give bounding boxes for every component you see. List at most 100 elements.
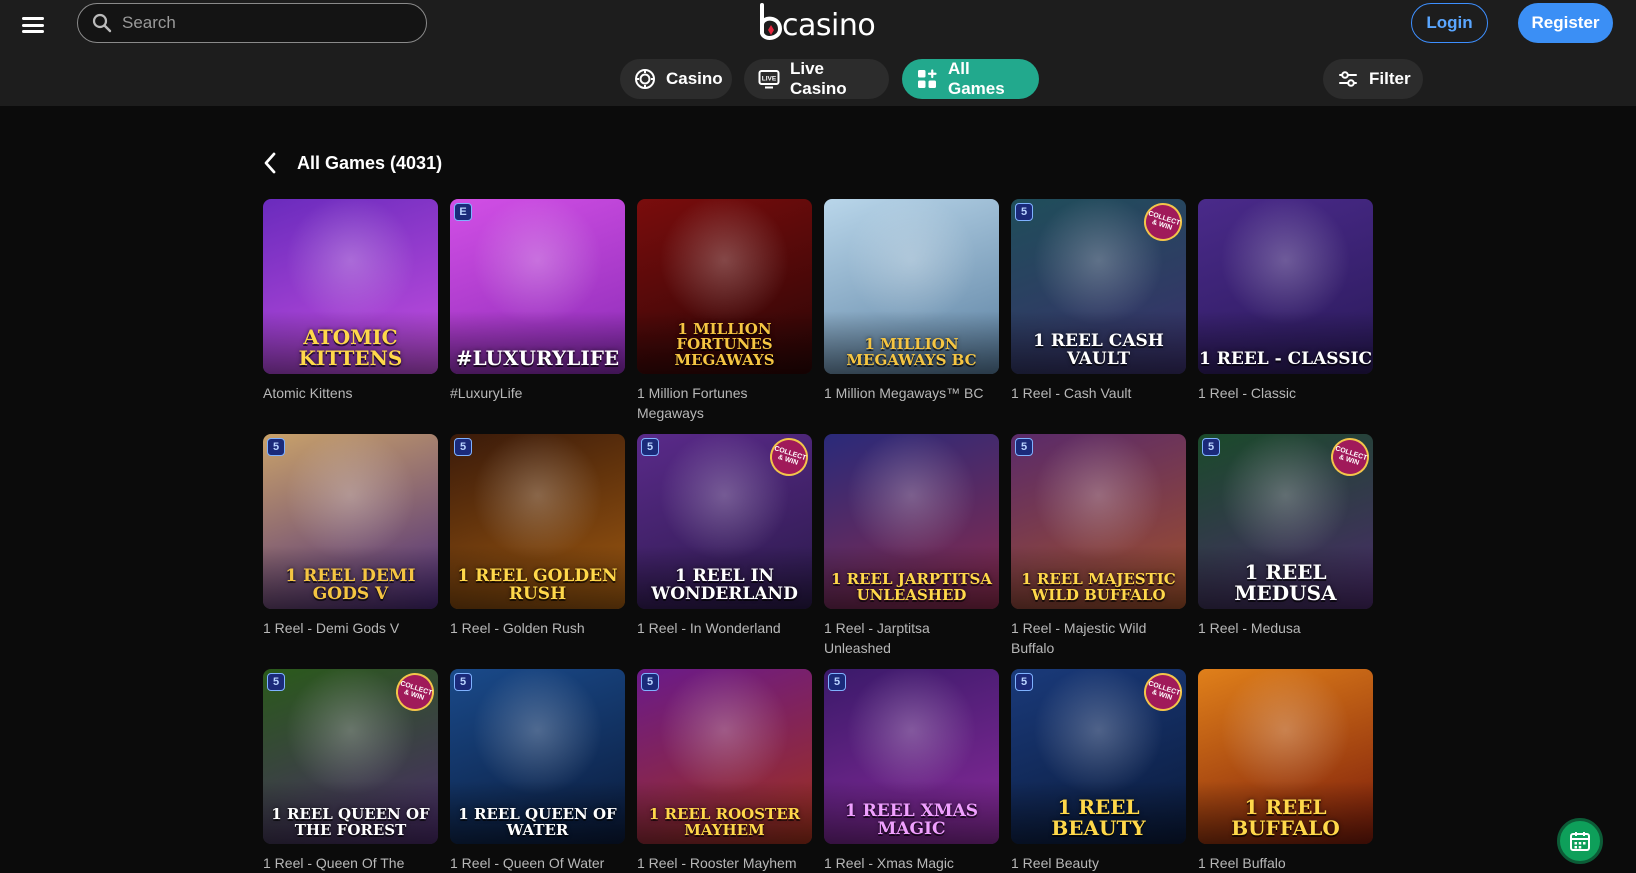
game-name[interactable]: 1 Reel - Queen Of The <box>263 853 439 873</box>
game-name[interactable]: 1 Reel - Medusa <box>1198 618 1374 638</box>
game-title-art: 1 Reel Queen of Water <box>450 781 625 844</box>
game-card[interactable]: 1 Reel Majestic Wild Buffalo 5 1 Reel - Ma… <box>1011 434 1187 658</box>
game-thumbnail[interactable]: 1 Reel Medusa 5 COLLECT & WIN <box>1198 434 1373 609</box>
game-card[interactable]: 1 Reel Demi Gods V 5 1 Reel - Demi Gods V <box>263 434 439 638</box>
game-title-art: 1 Reel - Classic <box>1198 311 1373 374</box>
filter-label: Filter <box>1369 69 1411 88</box>
game-title-art: 1 Reel Queen of the Forest <box>263 781 438 844</box>
game-title-art-text: 1 Reel Golden Rush <box>457 566 618 604</box>
game-card[interactable]: 1 Reel Buffalo 1 Reel Buffalo <box>1198 669 1374 873</box>
game-thumbnail[interactable]: 1 Million Fortunes Megaways <box>637 199 812 374</box>
calendar-button[interactable] <box>1557 818 1603 864</box>
game-card[interactable]: 1 Reel In Wonderland 5 COLLECT & WIN 1 Reel… <box>637 434 813 638</box>
game-name[interactable]: 1 Reel Buffalo <box>1198 853 1374 873</box>
game-thumbnail[interactable]: 1 Reel Xmas Magic 5 <box>824 669 999 844</box>
game-title-art-text: 1 Reel Queen of the Forest <box>271 805 430 839</box>
game-card[interactable]: 1 Reel - Classic 1 Reel - Classic <box>1198 199 1374 403</box>
svg-text:LIVE: LIVE <box>762 76 777 83</box>
game-thumbnail[interactable]: 1 Reel - Classic <box>1198 199 1373 374</box>
logo-mark-icon <box>760 3 783 40</box>
tab-all-games-label: All Games <box>948 59 1005 98</box>
game-name[interactable]: 1 Reel - Queen Of Water <box>450 853 626 873</box>
live-tv-icon: LIVE <box>758 70 780 89</box>
provider-badge-icon: E <box>454 203 472 221</box>
game-thumbnail[interactable]: 1 Reel Majestic Wild Buffalo 5 <box>1011 434 1186 609</box>
game-name[interactable]: 1 Reel - Majestic Wild Buffalo <box>1011 618 1187 658</box>
game-card[interactable]: 1 Reel Queen of the Forest 5 COLLECT & WIN… <box>263 669 439 873</box>
game-title-art-text: 1 Reel Queen of Water <box>458 805 617 839</box>
provider-badge-icon: 5 <box>641 438 659 456</box>
game-thumbnail[interactable]: 1 Reel Beauty 5 COLLECT & WIN <box>1011 669 1186 844</box>
game-title-art-text: 1 Reel Beauty <box>1051 795 1146 840</box>
back-button[interactable] <box>263 150 285 176</box>
game-card[interactable]: #luxurylife E #LuxuryLife <box>450 199 626 403</box>
game-thumbnail[interactable]: 1 Reel Buffalo <box>1198 669 1373 844</box>
game-name[interactable]: Atomic Kittens <box>263 383 439 403</box>
casino-chip-icon <box>635 69 655 89</box>
game-title-art-text: 1 Reel Xmas Magic <box>844 801 979 839</box>
game-name[interactable]: 1 Reel - In Wonderland <box>637 618 813 638</box>
search-box[interactable] <box>77 3 427 43</box>
tab-live-casino[interactable]: LIVE Live Casino <box>744 59 889 99</box>
game-thumbnail[interactable]: 1 Reel Rooster Mayhem 5 <box>637 669 812 844</box>
game-card[interactable]: 1 Reel Golden Rush 5 1 Reel - Golden Rush <box>450 434 626 638</box>
game-title-art: 1 Reel Jarptitsa Unleashed <box>824 546 999 609</box>
game-title-art: 1 Reel Majestic Wild Buffalo <box>1011 546 1186 609</box>
game-card[interactable]: 1 Million Megaways BC 1 Million Megaways™… <box>824 199 1000 403</box>
game-title-art: 1 Reel Golden Rush <box>450 546 625 609</box>
game-card[interactable]: 1 Reel Jarptitsa Unleashed 1 Reel - Jarpt… <box>824 434 1000 658</box>
filter-button[interactable]: Filter <box>1323 59 1423 99</box>
tab-casino[interactable]: Casino <box>620 59 732 99</box>
provider-badge-icon: 5 <box>1202 438 1220 456</box>
game-thumbnail[interactable]: Atomic Kittens <box>263 199 438 374</box>
game-name[interactable]: 1 Reel - Xmas Magic <box>824 853 1000 873</box>
game-card[interactable]: Atomic Kittens Atomic Kittens <box>263 199 439 403</box>
game-name[interactable]: 1 Reel - Classic <box>1198 383 1374 403</box>
menu-icon[interactable] <box>22 14 44 36</box>
game-title-art-text: 1 Reel Buffalo <box>1231 795 1340 840</box>
logo-text: casino <box>782 7 876 43</box>
game-thumbnail[interactable]: 1 Reel Jarptitsa Unleashed <box>824 434 999 609</box>
game-title-art-text: 1 Reel Demi Gods V <box>285 566 416 604</box>
game-thumbnail[interactable]: 1 Reel Queen of the Forest 5 COLLECT & WIN <box>263 669 438 844</box>
game-thumbnail[interactable]: 1 Reel Cash Vault 5 COLLECT & WIN <box>1011 199 1186 374</box>
game-card[interactable]: 1 Reel Queen of Water 5 1 Reel - Queen Of … <box>450 669 626 873</box>
game-thumbnail[interactable]: 1 Million Megaways BC <box>824 199 999 374</box>
game-thumbnail[interactable]: 1 Reel Golden Rush 5 <box>450 434 625 609</box>
tab-live-casino-label: Live Casino <box>790 59 847 98</box>
game-name[interactable]: 1 Million Fortunes Megaways <box>637 383 813 423</box>
game-name[interactable]: 1 Reel - Golden Rush <box>450 618 626 638</box>
login-button[interactable]: Login <box>1411 3 1488 43</box>
game-card[interactable]: 1 Reel Xmas Magic 5 1 Reel - Xmas Magic <box>824 669 1000 873</box>
game-name[interactable]: 1 Reel - Demi Gods V <box>263 618 439 638</box>
search-input[interactable] <box>122 13 402 33</box>
filter-sliders-icon <box>1339 71 1357 87</box>
site-logo[interactable]: casino <box>758 2 878 44</box>
game-card[interactable]: 1 Reel Beauty 5 COLLECT & WIN 1 Reel Beauty <box>1011 669 1187 873</box>
game-name[interactable]: 1 Reel - Jarptitsa Unleashed <box>824 618 1000 658</box>
game-name[interactable]: 1 Reel - Cash Vault <box>1011 383 1187 403</box>
register-button[interactable]: Register <box>1518 3 1613 43</box>
game-title-art: 1 Reel In Wonderland <box>637 546 812 609</box>
game-thumbnail[interactable]: 1 Reel Queen of Water 5 <box>450 669 625 844</box>
game-title-art-text: Atomic Kittens <box>298 325 403 370</box>
game-card[interactable]: 1 Million Fortunes Megaways 1 Million For… <box>637 199 813 423</box>
game-title-art: 1 Reel Cash Vault <box>1011 311 1186 374</box>
game-card[interactable]: 1 Reel Rooster Mayhem 5 1 Reel - Rooster M… <box>637 669 813 873</box>
calendar-icon <box>1570 832 1590 851</box>
game-card[interactable]: 1 Reel Cash Vault 5 COLLECT & WIN 1 Reel - … <box>1011 199 1187 403</box>
tab-all-games[interactable]: All Games <box>902 59 1039 99</box>
game-thumbnail[interactable]: 1 Reel Demi Gods V 5 <box>263 434 438 609</box>
game-title-art-text: #luxurylife <box>455 345 620 370</box>
game-name[interactable]: 1 Million Megaways™ BC <box>824 383 1000 403</box>
provider-badge-icon: 5 <box>454 438 472 456</box>
game-name[interactable]: #LuxuryLife <box>450 383 626 403</box>
game-title-art: 1 Reel Demi Gods V <box>263 546 438 609</box>
game-name[interactable]: 1 Reel Beauty <box>1011 853 1187 873</box>
game-thumbnail[interactable]: #luxurylife E <box>450 199 625 374</box>
game-name[interactable]: 1 Reel - Rooster Mayhem <box>637 853 813 873</box>
game-title-art-text: 1 Million Megaways BC <box>846 335 977 369</box>
game-card[interactable]: 1 Reel Medusa 5 COLLECT & WIN 1 Reel - Medu… <box>1198 434 1374 638</box>
game-thumbnail[interactable]: 1 Reel In Wonderland 5 COLLECT & WIN <box>637 434 812 609</box>
game-title-art: 1 Reel Beauty <box>1011 781 1186 844</box>
